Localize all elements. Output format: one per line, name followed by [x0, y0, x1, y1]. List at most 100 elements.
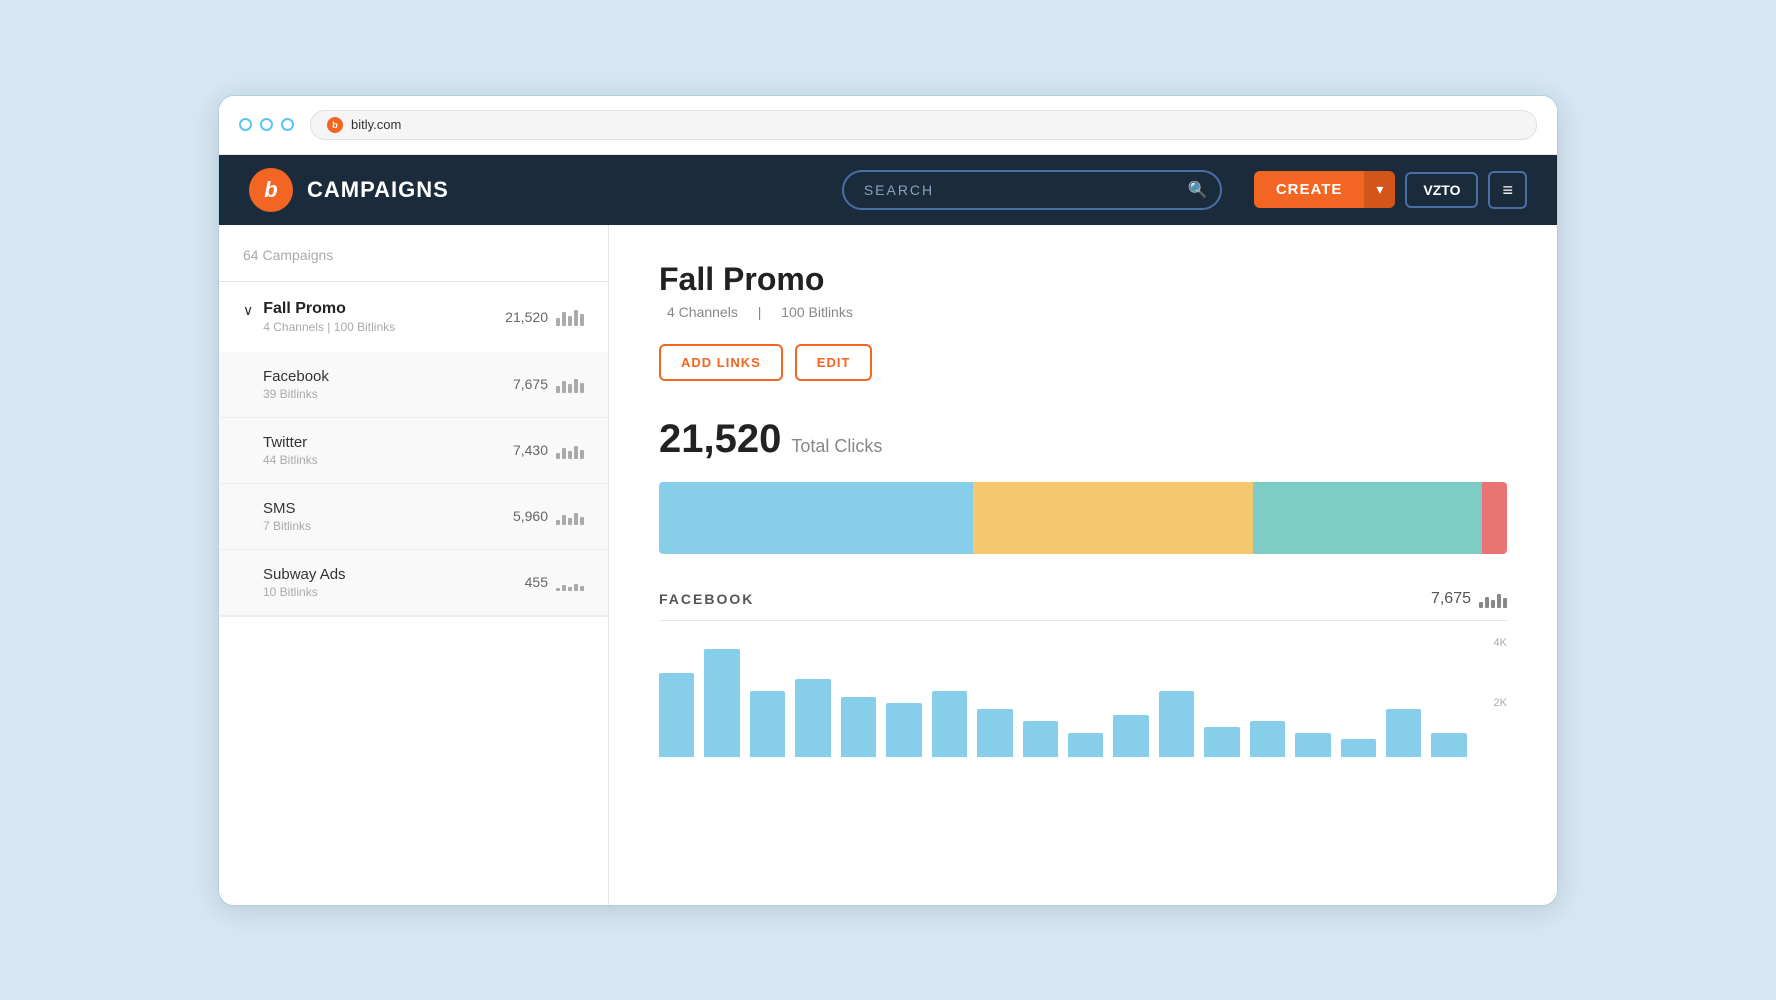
chart-bar-11 [1113, 715, 1148, 757]
sidebar-header: 64 Campaigns [219, 225, 608, 282]
facebook-section-clicks: 7,675 [1431, 590, 1471, 608]
channel-meta-sms: 7 Bitlinks [263, 519, 311, 533]
action-buttons: ADD LINKS EDIT [659, 344, 1507, 381]
campaign-name: Fall Promo [263, 300, 395, 318]
campaign-info: Fall Promo 4 Channels | 100 Bitlinks [263, 300, 395, 334]
chart-y-labels: 4K 2K [1494, 637, 1507, 757]
stacked-bar-chart [659, 482, 1507, 554]
browser-dots [239, 118, 294, 131]
campaign-item: ∨ Fall Promo 4 Channels | 100 Bitlinks 2… [219, 282, 608, 617]
search-input[interactable] [842, 170, 1222, 210]
app-title: CAMPAIGNS [307, 177, 449, 203]
chart-bar-13 [1204, 727, 1239, 757]
content-subtitle: 4 Channels | 100 Bitlinks [659, 304, 1507, 320]
channel-item-subway-ads[interactable]: Subway Ads 10 Bitlinks 455 [219, 550, 608, 616]
facebook-bar-chart: 4K 2K [659, 637, 1507, 757]
create-dropdown-button[interactable]: ▾ [1364, 171, 1395, 208]
header-actions: CREATE ▾ VZTO ≡ [1254, 171, 1527, 209]
bar-segment-facebook [659, 482, 973, 554]
create-button-group: CREATE ▾ [1254, 171, 1396, 208]
channel-item-twitter[interactable]: Twitter 44 Bitlinks 7,430 [219, 418, 608, 484]
bitly-favicon-icon: b [327, 117, 343, 133]
chart-bar-12 [1159, 691, 1194, 757]
total-clicks-number: 21,520 [659, 417, 781, 462]
chevron-down-icon: ∨ [243, 302, 253, 319]
channel-info-facebook: Facebook 39 Bitlinks [263, 368, 329, 401]
channel-name-facebook: Facebook [263, 368, 329, 385]
sms-clicks: 5,960 [513, 508, 548, 524]
chart-bar-16 [1341, 739, 1376, 757]
browser-dot-1 [239, 118, 252, 131]
content-bitlinks: 100 Bitlinks [781, 304, 853, 320]
facebook-stats: 7,675 [513, 375, 584, 393]
facebook-section-stat: 7,675 [1431, 590, 1507, 608]
channel-name-subway-ads: Subway Ads [263, 566, 346, 583]
chart-bar-3 [750, 691, 785, 757]
channel-info-subway-ads: Subway Ads 10 Bitlinks [263, 566, 346, 599]
chart-bar-7 [932, 691, 967, 757]
chart-bar-14 [1250, 721, 1285, 757]
campaign-main-row[interactable]: ∨ Fall Promo 4 Channels | 100 Bitlinks 2… [219, 282, 608, 352]
bitly-logo: b [249, 168, 293, 212]
chart-bar-10 [1068, 733, 1103, 757]
channel-item-facebook[interactable]: Facebook 39 Bitlinks 7,675 [219, 352, 608, 418]
bar-segment-twitter [973, 482, 1253, 554]
facebook-clicks: 7,675 [513, 376, 548, 392]
chart-bar-5 [841, 697, 876, 757]
chart-bar-1 [659, 673, 694, 757]
search-container: 🔍 [842, 170, 1222, 210]
channel-item-sms[interactable]: SMS 7 Bitlinks 5,960 [219, 484, 608, 550]
campaign-meta: 4 Channels | 100 Bitlinks [263, 320, 395, 334]
chart-bar-8 [977, 709, 1012, 757]
chart-bar-17 [1386, 709, 1421, 757]
logo-area: b CAMPAIGNS [249, 168, 449, 212]
total-clicks-label: Total Clicks [791, 436, 882, 457]
channel-info-sms: SMS 7 Bitlinks [263, 500, 311, 533]
facebook-section-bar-icon [1479, 590, 1507, 608]
campaign-main-left: ∨ Fall Promo 4 Channels | 100 Bitlinks [243, 300, 395, 334]
add-links-button[interactable]: ADD LINKS [659, 344, 783, 381]
subway-ads-bar-icon [556, 573, 584, 591]
address-bar[interactable]: b bitly.com [310, 110, 1537, 140]
url-text: bitly.com [351, 117, 401, 132]
content-channels: 4 Channels [667, 304, 738, 320]
campaign-stats: 21,520 [505, 308, 584, 326]
chart-bar-9 [1023, 721, 1058, 757]
twitter-stats: 7,430 [513, 441, 584, 459]
channel-name-sms: SMS [263, 500, 311, 517]
content-separator: | [758, 304, 762, 320]
browser-dot-2 [260, 118, 273, 131]
twitter-clicks: 7,430 [513, 442, 548, 458]
total-clicks: 21,520 Total Clicks [659, 417, 1507, 462]
campaigns-count: 64 Campaigns [243, 247, 333, 263]
bar-segment-sms [1253, 482, 1482, 554]
subway-ads-stats: 455 [525, 573, 584, 591]
bar-segment-subway-ads [1482, 482, 1507, 554]
facebook-section-name: FACEBOOK [659, 591, 754, 607]
sms-stats: 5,960 [513, 507, 584, 525]
channel-info-twitter: Twitter 44 Bitlinks [263, 434, 318, 467]
bar-chart-icon [556, 308, 584, 326]
menu-button[interactable]: ≡ [1488, 171, 1527, 209]
chart-bar-15 [1295, 733, 1330, 757]
browser-chrome: b bitly.com [219, 96, 1557, 155]
twitter-bar-icon [556, 441, 584, 459]
browser-window: b bitly.com b CAMPAIGNS 🔍 CREATE ▾ VZTO … [218, 95, 1558, 906]
create-button[interactable]: CREATE [1254, 171, 1365, 208]
sidebar: 64 Campaigns ∨ Fall Promo 4 Channels | 1… [219, 225, 609, 905]
chart-bar-18 [1431, 733, 1466, 757]
edit-button[interactable]: EDIT [795, 344, 873, 381]
channel-meta-twitter: 44 Bitlinks [263, 453, 318, 467]
main-layout: 64 Campaigns ∨ Fall Promo 4 Channels | 1… [219, 225, 1557, 905]
subway-ads-clicks: 455 [525, 574, 548, 590]
campaign-clicks: 21,520 [505, 309, 548, 325]
app-header: b CAMPAIGNS 🔍 CREATE ▾ VZTO ≡ [219, 155, 1557, 225]
facebook-bar-icon [556, 375, 584, 393]
channel-meta-facebook: 39 Bitlinks [263, 387, 329, 401]
chart-bar-6 [886, 703, 921, 757]
browser-dot-3 [281, 118, 294, 131]
search-icon[interactable]: 🔍 [1188, 180, 1208, 200]
page-title: Fall Promo [659, 261, 1507, 298]
chart-bar-4 [795, 679, 830, 757]
user-button[interactable]: VZTO [1405, 172, 1478, 208]
